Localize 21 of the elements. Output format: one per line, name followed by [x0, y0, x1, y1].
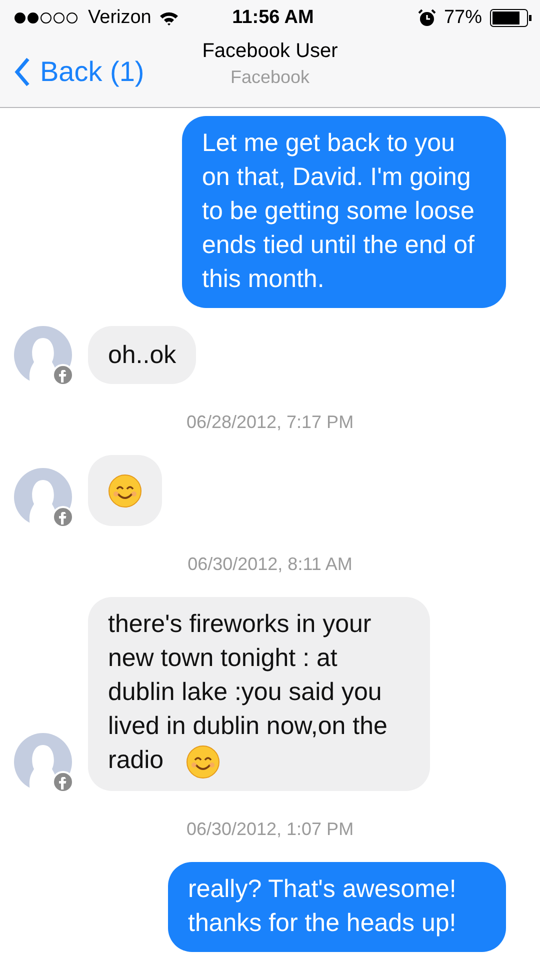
alarm-icon: [418, 9, 436, 27]
avatar-icon: [14, 468, 74, 528]
status-time: 11:56 AM: [232, 7, 314, 29]
sent-message: Let me get back to you on that, David. I'm going to be getting some loose ends tied until the end of this month.: [182, 116, 506, 308]
battery-percent: 77%: [444, 7, 482, 29]
message-timestamp: 06/30/2012, 8:11 AM: [186, 553, 354, 576]
wifi-icon: [159, 10, 180, 26]
sent-message: really? That's awesome! thanks for the heads up!: [168, 862, 506, 952]
received-message: oh..ok: [88, 326, 196, 384]
contact-name: Facebook User: [202, 40, 338, 63]
battery-icon: [490, 9, 532, 27]
avatar-icon: [14, 732, 74, 793]
chevron-left-icon: [14, 56, 30, 86]
message-timestamp: 06/30/2012, 1:07 PM: [185, 818, 355, 841]
back-button[interactable]: Back (1): [0, 56, 144, 88]
received-message: there's fireworks in your new town tonight : at dublin lake :you said you lived in dublin now,on the radio: [88, 597, 430, 791]
avatar-icon: [14, 326, 74, 386]
contact-source: Facebook: [230, 67, 310, 88]
carrier-name: Verizon: [88, 7, 152, 29]
message-timestamp: 06/28/2012, 7:17 PM: [185, 411, 355, 434]
signal-icon: [14, 12, 80, 24]
